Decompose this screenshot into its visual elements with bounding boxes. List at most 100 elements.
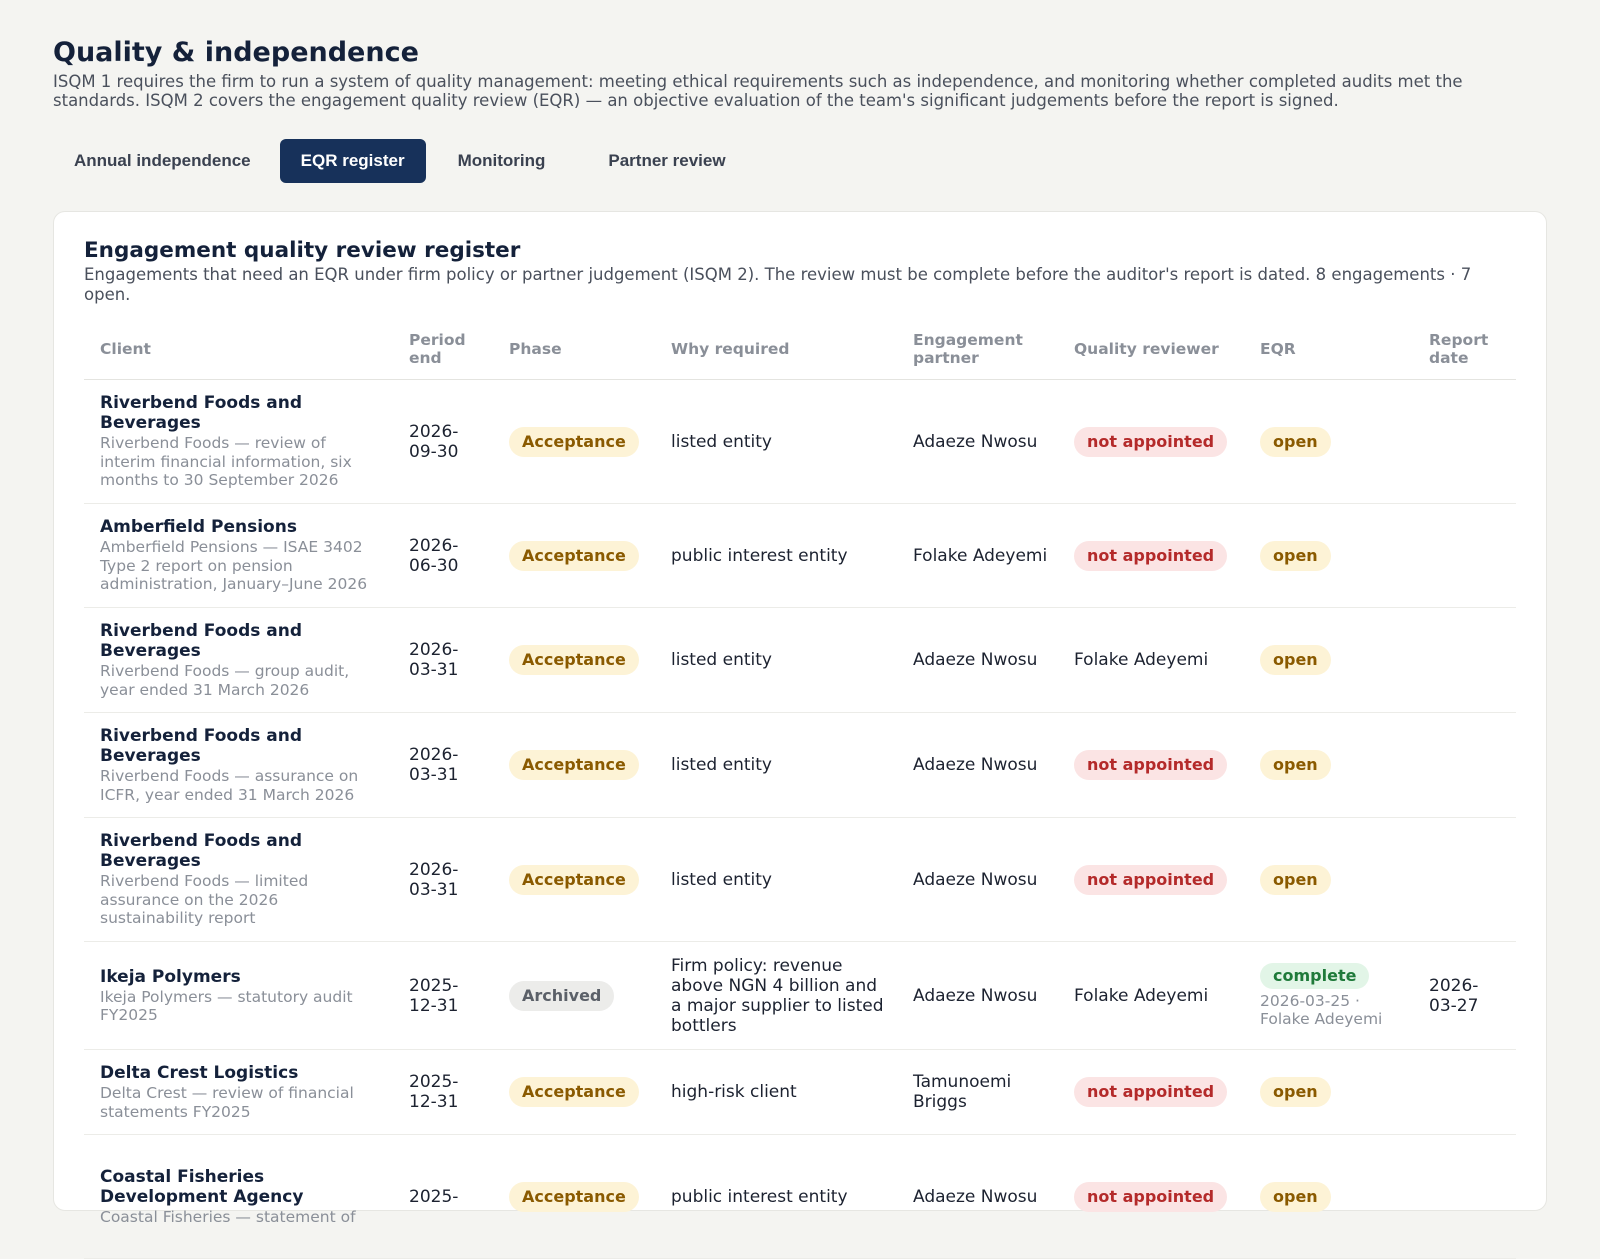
- phase-cell: Acceptance: [493, 817, 655, 942]
- client-name[interactable]: Riverbend Foods and Beverages: [100, 726, 383, 766]
- eqr-cell: open: [1244, 817, 1413, 942]
- eqr-cell: complete 2026-03-25 · Folake Adeyemi: [1244, 941, 1413, 1050]
- period-end: 2026-03-31: [393, 607, 493, 713]
- why-required: listed entity: [655, 607, 897, 713]
- client-name[interactable]: Riverbend Foods and Beverages: [100, 621, 383, 661]
- eqr-cell: open: [1244, 379, 1413, 504]
- phase-badge: Acceptance: [509, 750, 639, 780]
- report-date: [1413, 1134, 1516, 1259]
- column-header-report-date[interactable]: Report date: [1413, 319, 1516, 380]
- why-required: listed entity: [655, 379, 897, 504]
- phase-badge: Acceptance: [509, 540, 639, 571]
- phase-cell: Acceptance: [493, 712, 655, 818]
- period-end: 2026-09-30: [393, 379, 493, 504]
- eqr-status-badge: complete: [1260, 962, 1370, 989]
- engagement-description: Delta Crest — review of financial statem…: [100, 1084, 354, 1121]
- client-cell: Coastal Fisheries Development Agency Coa…: [84, 1134, 393, 1259]
- period-end: 2025-: [393, 1134, 493, 1259]
- client-cell: Riverbend Foods and Beverages Riverbend …: [84, 817, 393, 942]
- client-cell: Amberfield Pensions Amberfield Pensions …: [84, 503, 393, 608]
- report-date: [1413, 1049, 1516, 1135]
- why-required: public interest entity: [655, 1134, 897, 1259]
- phase-cell: Acceptance: [493, 1134, 655, 1259]
- client-name[interactable]: Riverbend Foods and Beverages: [100, 831, 383, 871]
- why-required: public interest entity: [655, 503, 897, 608]
- report-date: [1413, 503, 1516, 608]
- client-name[interactable]: Ikeja Polymers: [100, 967, 383, 987]
- client-name[interactable]: Riverbend Foods and Beverages: [100, 393, 383, 433]
- phase-badge: Acceptance: [509, 864, 639, 895]
- engagement-description: Riverbend Foods — group audit, year ende…: [100, 662, 350, 699]
- report-date: [1413, 607, 1516, 713]
- quality-reviewer: Folake Adeyemi: [1058, 941, 1244, 1050]
- phase-badge: Acceptance: [509, 645, 639, 675]
- eqr-completion-detail: 2026-03-25 · Folake Adeyemi: [1260, 991, 1383, 1029]
- phase-cell: Acceptance: [493, 379, 655, 504]
- reviewer-cell: not appointed: [1058, 379, 1244, 504]
- tab-bar: Annual independence EQR register Monitor…: [53, 139, 1547, 183]
- table-row[interactable]: Riverbend Foods and Beverages Riverbend …: [84, 379, 1516, 504]
- engagement-partner: Tamunoemi Briggs: [897, 1049, 1058, 1135]
- reviewer-cell: not appointed: [1058, 1049, 1244, 1135]
- client-name[interactable]: Amberfield Pensions: [100, 517, 383, 537]
- table-row[interactable]: Ikeja Polymers Ikeja Polymers — statutor…: [84, 941, 1516, 1050]
- tab-partner-review[interactable]: Partner review: [587, 139, 746, 183]
- engagement-description: Coastal Fisheries — statement of: [100, 1207, 356, 1226]
- period-end: 2026-06-30: [393, 503, 493, 608]
- reviewer-status-badge: not appointed: [1074, 864, 1228, 895]
- reviewer-status-badge: not appointed: [1074, 426, 1228, 457]
- phase-badge: Archived: [509, 980, 615, 1011]
- phase-cell: Acceptance: [493, 503, 655, 608]
- column-header-why-required[interactable]: Why required: [655, 319, 897, 380]
- table-row[interactable]: Riverbend Foods and Beverages Riverbend …: [84, 607, 1516, 713]
- why-required: Firm policy: revenue above NGN 4 billion…: [655, 941, 897, 1050]
- eqr-status-badge: open: [1260, 426, 1331, 457]
- engagement-partner: Adaeze Nwosu: [897, 817, 1058, 942]
- phase-badge: Acceptance: [509, 1181, 639, 1212]
- client-name[interactable]: Delta Crest Logistics: [100, 1063, 383, 1083]
- client-cell: Delta Crest Logistics Delta Crest — revi…: [84, 1049, 393, 1135]
- table-header-row: Client Period end Phase Why required Eng…: [84, 319, 1516, 380]
- eqr-register-table: Client Period end Phase Why required Eng…: [84, 319, 1516, 1259]
- tab-eqr-register[interactable]: EQR register: [279, 139, 426, 183]
- column-header-client[interactable]: Client: [84, 319, 393, 380]
- register-title: Engagement quality review register: [84, 238, 521, 263]
- column-header-period-end[interactable]: Period end: [393, 319, 493, 380]
- phase-badge: Acceptance: [509, 1077, 639, 1107]
- period-end: 2026-03-31: [393, 817, 493, 942]
- table-row[interactable]: Delta Crest Logistics Delta Crest — revi…: [84, 1049, 1516, 1135]
- eqr-register-card: Engagement quality review register Engag…: [53, 211, 1547, 1259]
- eqr-cell: open: [1244, 1049, 1413, 1135]
- column-header-quality-reviewer[interactable]: Quality reviewer: [1058, 319, 1244, 380]
- table-row[interactable]: Riverbend Foods and Beverages Riverbend …: [84, 712, 1516, 818]
- eqr-cell: open: [1244, 503, 1413, 608]
- eqr-status-badge: open: [1260, 864, 1331, 895]
- period-end: 2026-03-31: [393, 712, 493, 818]
- period-end: 2025-12-31: [393, 1049, 493, 1135]
- eqr-status-badge: open: [1260, 1181, 1331, 1212]
- phase-badge: Acceptance: [509, 426, 639, 457]
- quality-reviewer: Folake Adeyemi: [1058, 607, 1244, 713]
- column-header-eqr[interactable]: EQR: [1244, 319, 1413, 380]
- table-row[interactable]: Amberfield Pensions Amberfield Pensions …: [84, 503, 1516, 608]
- reviewer-cell: not appointed: [1058, 817, 1244, 942]
- column-header-engagement-partner[interactable]: Engagement partner: [897, 319, 1058, 380]
- table-row[interactable]: Riverbend Foods and Beverages Riverbend …: [84, 817, 1516, 942]
- client-cell: Ikeja Polymers Ikeja Polymers — statutor…: [84, 941, 393, 1050]
- engagement-partner: Adaeze Nwosu: [897, 941, 1058, 1050]
- eqr-cell: open: [1244, 712, 1413, 818]
- eqr-cell: open: [1244, 1134, 1413, 1259]
- table-row[interactable]: Coastal Fisheries Development Agency Coa…: [84, 1134, 1516, 1259]
- client-cell: Riverbend Foods and Beverages Riverbend …: [84, 607, 393, 713]
- reviewer-cell: not appointed: [1058, 712, 1244, 818]
- engagement-partner: Adaeze Nwosu: [897, 607, 1058, 713]
- tab-annual-independence[interactable]: Annual independence: [53, 139, 272, 183]
- eqr-cell: open: [1244, 607, 1413, 713]
- client-name[interactable]: Coastal Fisheries Development Agency: [100, 1167, 383, 1207]
- tab-monitoring[interactable]: Monitoring: [437, 139, 567, 183]
- reviewer-cell: not appointed: [1058, 503, 1244, 608]
- reviewer-status-badge: not appointed: [1074, 1181, 1228, 1212]
- engagement-partner: Adaeze Nwosu: [897, 1134, 1058, 1259]
- why-required: high-risk client: [655, 1049, 897, 1135]
- column-header-phase[interactable]: Phase: [493, 319, 655, 380]
